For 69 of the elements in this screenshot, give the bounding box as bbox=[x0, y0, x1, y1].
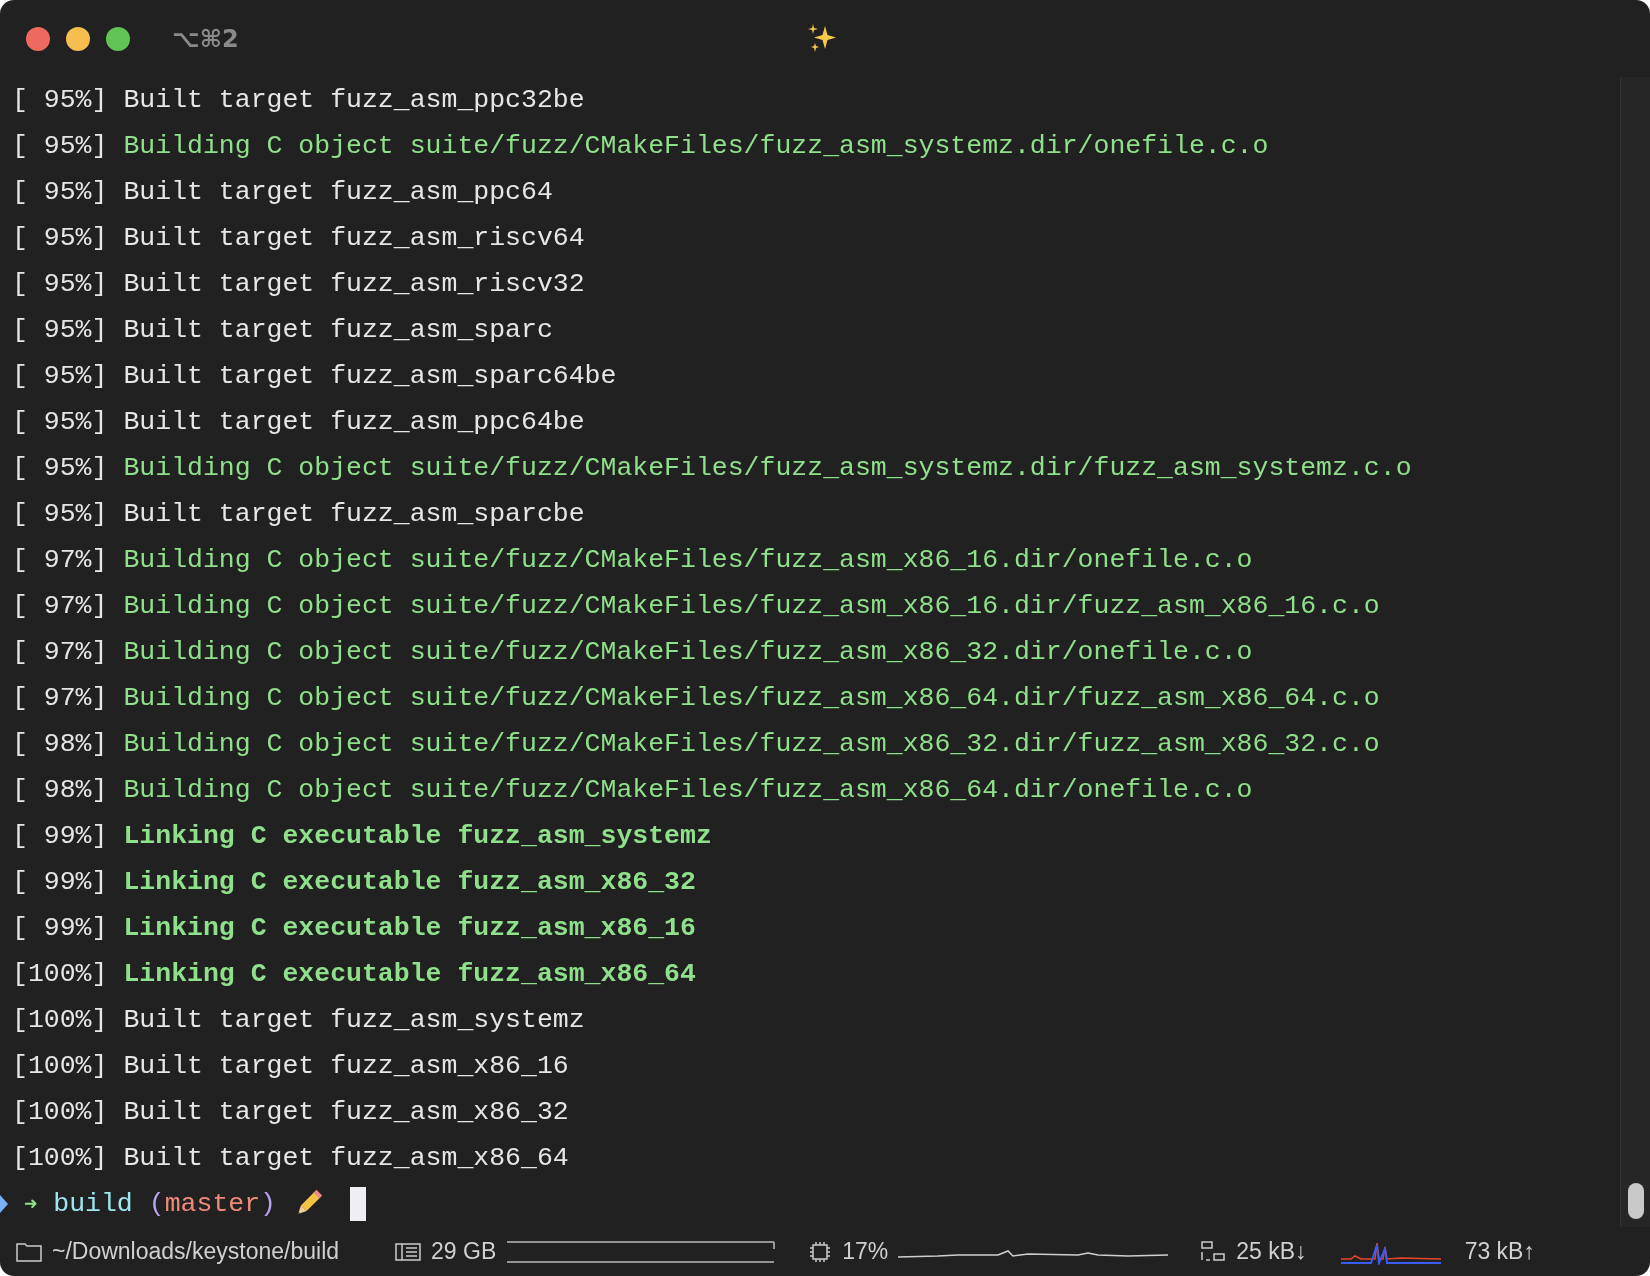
upload-rate: 73 kB↑ bbox=[1464, 1237, 1535, 1267]
progress-percent: [ 97%] bbox=[12, 544, 108, 577]
progress-percent: [100%] bbox=[12, 1142, 108, 1175]
build-output-line: Built target fuzz_asm_sparcbe bbox=[123, 498, 585, 531]
git-branch: master bbox=[164, 1188, 261, 1221]
close-button[interactable] bbox=[26, 26, 50, 51]
build-output-line: Built target fuzz_asm_ppc32be bbox=[123, 84, 585, 117]
compile-output-line: Building C object suite/fuzz/CMakeFiles/fuzz_asm_x86_64.dir/fuzz_asm_x86_64.c.o bbox=[123, 682, 1380, 715]
progress-percent: [100%] bbox=[12, 1050, 108, 1083]
progress-percent: [ 95%] bbox=[12, 452, 108, 485]
compile-output-line: Building C object suite/fuzz/CMakeFiles/fuzz_asm_x86_32.dir/onefile.c.o bbox=[123, 636, 1253, 669]
progress-percent: [ 97%] bbox=[12, 590, 108, 623]
scrollbar-thumb[interactable] bbox=[1627, 1183, 1644, 1219]
folder-icon bbox=[16, 1241, 42, 1262]
progress-percent: [ 95%] bbox=[12, 130, 108, 163]
cpu-icon bbox=[808, 1239, 833, 1264]
build-output-line: Built target fuzz_asm_riscv32 bbox=[123, 268, 585, 301]
build-output-line: Built target fuzz_asm_x86_16 bbox=[123, 1050, 569, 1083]
window-title: ⌥⌘2 bbox=[172, 23, 239, 55]
progress-percent: [ 97%] bbox=[12, 682, 108, 715]
build-output-line: Built target fuzz_asm_riscv64 bbox=[123, 222, 585, 255]
linking-output-line: Linking C executable fuzz_asm_x86_16 bbox=[123, 912, 696, 945]
progress-percent: [100%] bbox=[12, 958, 108, 991]
build-output-line: Built target fuzz_asm_sparc64be bbox=[123, 360, 617, 393]
memory-usage: 29 GB bbox=[431, 1237, 497, 1267]
build-output-line: Built target fuzz_asm_sparc bbox=[123, 314, 553, 347]
progress-percent: [ 95%] bbox=[12, 176, 108, 209]
progress-percent: [ 95%] bbox=[12, 268, 108, 301]
close-paren: ) bbox=[260, 1188, 276, 1221]
network-icon bbox=[1200, 1239, 1227, 1264]
current-path: ~/Downloads/keystone/build bbox=[52, 1237, 340, 1267]
compile-output-line: Building C object suite/fuzz/CMakeFiles/fuzz_asm_x86_32.dir/fuzz_asm_x86_32.c.o bbox=[123, 728, 1380, 761]
compile-output-line: Building C object suite/fuzz/CMakeFiles/fuzz_asm_x86_64.dir/onefile.c.o bbox=[123, 774, 1253, 807]
cpu-usage: 17% bbox=[842, 1237, 889, 1267]
current-directory: build bbox=[53, 1188, 133, 1221]
progress-percent: [ 98%] bbox=[12, 774, 108, 807]
memory-icon bbox=[395, 1241, 422, 1262]
download-rate: 25 kB↓ bbox=[1236, 1237, 1307, 1267]
progress-percent: [ 95%] bbox=[12, 406, 108, 439]
linking-output-line: Linking C executable fuzz_asm_x86_64 bbox=[123, 958, 696, 991]
progress-percent: [ 97%] bbox=[12, 636, 108, 669]
progress-percent: [ 95%] bbox=[12, 360, 108, 393]
progress-percent: [ 99%] bbox=[12, 912, 108, 945]
progress-percent: [100%] bbox=[12, 1096, 108, 1129]
progress-percent: [ 98%] bbox=[12, 728, 108, 761]
build-output-line: Built target fuzz_asm_x86_64 bbox=[123, 1142, 569, 1175]
progress-percent: [ 99%] bbox=[12, 866, 108, 899]
compile-output-line: Building C object suite/fuzz/CMakeFiles/fuzz_asm_x86_16.dir/fuzz_asm_x86_16.c.o bbox=[123, 590, 1380, 623]
open-paren: ( bbox=[148, 1188, 165, 1221]
zoom-button[interactable] bbox=[106, 26, 130, 51]
progress-percent: [ 95%] bbox=[12, 314, 108, 347]
prompt-marker-icon bbox=[0, 1195, 8, 1213]
progress-percent: [ 95%] bbox=[12, 498, 108, 531]
progress-percent: [ 99%] bbox=[12, 820, 108, 853]
linking-output-line: Linking C executable fuzz_asm_systemz bbox=[123, 820, 712, 853]
minimize-button[interactable] bbox=[66, 26, 90, 51]
progress-percent: [100%] bbox=[12, 1004, 108, 1037]
linking-output-line: Linking C executable fuzz_asm_x86_32 bbox=[123, 866, 696, 899]
build-output-line: Built target fuzz_asm_ppc64 bbox=[123, 176, 553, 209]
build-output-line: Built target fuzz_asm_systemz bbox=[123, 1004, 585, 1037]
progress-percent: [ 95%] bbox=[12, 222, 108, 255]
build-output-line: Built target fuzz_asm_x86_32 bbox=[123, 1096, 569, 1129]
build-output-line: Built target fuzz_asm_ppc64be bbox=[123, 406, 585, 439]
text-cursor bbox=[350, 1187, 366, 1221]
compile-output-line: Building C object suite/fuzz/CMakeFiles/fuzz_asm_x86_16.dir/onefile.c.o bbox=[123, 544, 1253, 577]
prompt-arrow: ➜ bbox=[24, 1190, 38, 1218]
progress-percent: [ 95%] bbox=[12, 84, 108, 117]
compile-output-line: Building C object suite/fuzz/CMakeFiles/fuzz_asm_systemz.dir/fuzz_asm_systemz.c.o bbox=[123, 452, 1412, 485]
compile-output-line: Building C object suite/fuzz/CMakeFiles/fuzz_asm_systemz.dir/onefile.c.o bbox=[123, 130, 1269, 163]
